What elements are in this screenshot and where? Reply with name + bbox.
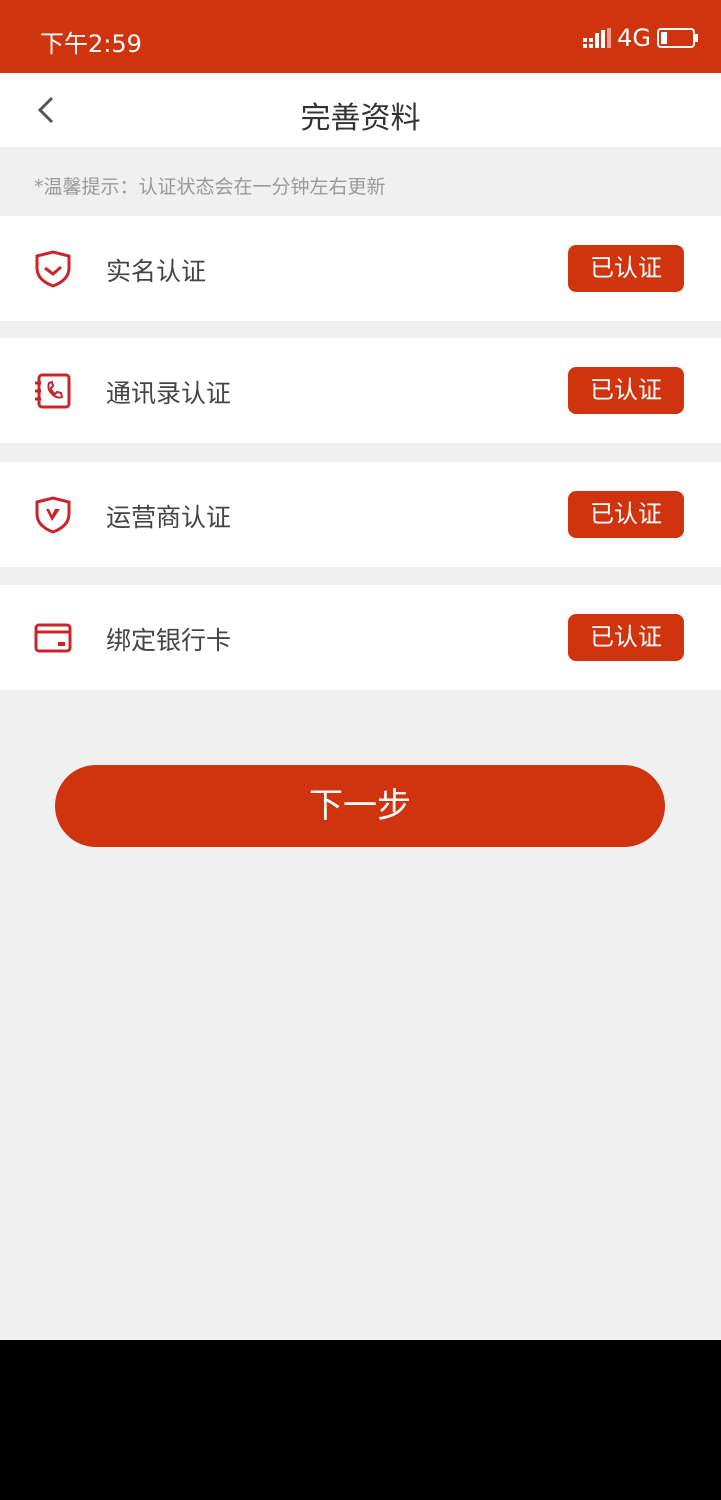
item-label: 运营商认证 <box>106 503 232 532</box>
item-label: 通讯录认证 <box>106 379 232 408</box>
contacts-book-icon <box>35 373 71 409</box>
page-title: 完善资料 <box>300 101 421 136</box>
item-label: 实名认证 <box>106 257 207 286</box>
shield-v-icon <box>35 496 71 534</box>
bank-card-icon <box>34 623 72 653</box>
item-label: 绑定银行卡 <box>106 626 232 655</box>
battery-icon <box>657 28 698 48</box>
status-indicators: 4G <box>583 24 699 52</box>
status-badge: 已认证 <box>568 245 684 292</box>
status-badge: 已认证 <box>568 614 684 661</box>
status-bar: 下午2:59 4G <box>0 0 721 73</box>
tip-text: *温馨提示：认证状态会在一分钟左右更新 <box>34 176 386 198</box>
list-item-carrier[interactable]: 运营商认证 已认证 <box>0 462 721 567</box>
list-item-contacts[interactable]: 通讯录认证 已认证 <box>0 338 721 443</box>
status-badge: 已认证 <box>568 367 684 414</box>
nav-bar: 完善资料 <box>0 73 721 147</box>
shield-check-icon <box>35 250 71 288</box>
list-item-bank-card[interactable]: 绑定银行卡 已认证 <box>0 585 721 690</box>
list-item-real-name[interactable]: 实名认证 已认证 <box>0 216 721 321</box>
network-type: 4G <box>617 24 651 52</box>
navigation-bar-area <box>0 1340 721 1500</box>
next-button[interactable]: 下一步 <box>55 765 665 847</box>
signal-icon <box>583 28 612 48</box>
status-time: 下午2:59 <box>40 30 142 58</box>
status-badge: 已认证 <box>568 491 684 538</box>
